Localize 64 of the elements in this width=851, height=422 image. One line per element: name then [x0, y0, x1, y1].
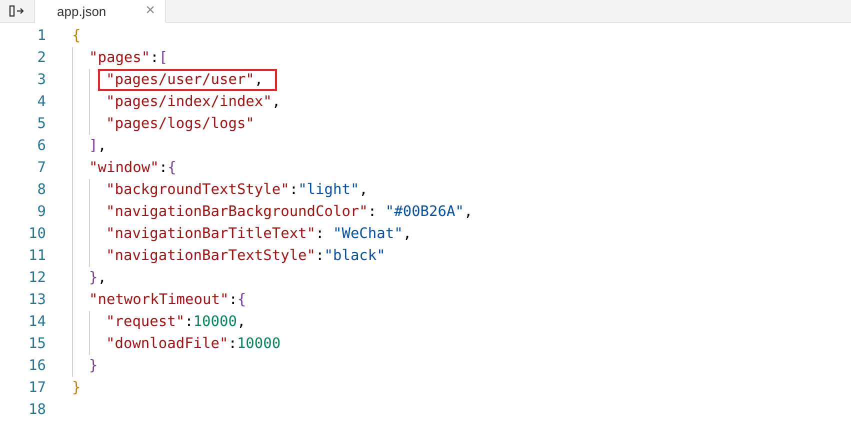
code-token: "window" — [89, 160, 159, 176]
code-token: : — [228, 292, 238, 308]
line-number: 8 — [36, 182, 46, 198]
line-number: 1 — [36, 28, 46, 44]
line-number: 16 — [28, 358, 46, 374]
code-token: "navigationBarBackgroundColor" — [106, 204, 368, 220]
code-token: : — [316, 248, 324, 264]
line-number: 9 — [36, 204, 46, 220]
line-number: 17 — [28, 380, 46, 396]
code-token: "navigationBarTitleText" — [106, 226, 316, 242]
line-number: 18 — [28, 402, 46, 418]
code-token: : — [158, 160, 168, 176]
code-token: : — [150, 50, 159, 66]
line-number: 11 — [28, 248, 46, 264]
code-token: "networkTimeout" — [89, 292, 229, 308]
code-token: "navigationBarTextStyle" — [106, 248, 316, 264]
sidebar-toggle-icon[interactable] — [9, 5, 25, 17]
code-token: [ — [158, 50, 168, 66]
code-token: "pages/index/index" — [106, 94, 272, 110]
code-token: "pages/user/user" — [106, 72, 254, 88]
code-token: : — [368, 204, 378, 220]
code-token: "pages/logs/logs" — [106, 116, 254, 132]
code-token: 10000 — [236, 336, 281, 352]
code-token: : — [184, 314, 194, 330]
code-token: { — [168, 160, 176, 176]
code-token: "light" — [298, 182, 360, 198]
code-token: "backgroundTextStyle" — [106, 182, 290, 198]
code-token: { — [72, 28, 81, 44]
code-token: : — [289, 182, 298, 198]
code-token: "#00B26A" — [385, 204, 464, 220]
code-token: 10000 — [193, 314, 237, 330]
line-number: 12 — [28, 270, 46, 286]
line-number: 15 — [28, 336, 46, 352]
line-number: 10 — [28, 226, 46, 242]
line-number: 4 — [36, 94, 46, 110]
code-token: , — [254, 72, 264, 88]
code-token: "downloadFile" — [106, 336, 228, 352]
line-number: 3 — [36, 72, 46, 88]
code-token: , — [464, 204, 473, 220]
code-token: "black" — [324, 248, 386, 264]
close-icon[interactable]: × — [146, 3, 155, 19]
code-token: } — [89, 270, 98, 286]
code-token: "WeChat" — [332, 226, 403, 242]
code-token: "pages" — [89, 50, 150, 66]
code-token: , — [272, 94, 281, 110]
line-number: 5 — [36, 116, 46, 132]
line-number: 14 — [28, 314, 46, 330]
code-token: } — [89, 358, 98, 374]
code-token: : — [316, 226, 326, 242]
code-token: , — [98, 270, 106, 286]
line-number: 13 — [28, 292, 46, 308]
code-token: } — [72, 380, 81, 396]
code-token: , — [98, 138, 106, 154]
code-token: , — [402, 226, 412, 242]
code-token: "request" — [106, 314, 185, 330]
line-number: 7 — [36, 160, 46, 176]
line-number: 2 — [36, 50, 46, 66]
code-token: ] — [89, 138, 98, 154]
code-token: { — [237, 292, 246, 308]
code-token: , — [236, 314, 246, 330]
code-token: , — [359, 182, 368, 198]
code-token: : — [228, 336, 237, 352]
line-number: 6 — [36, 138, 46, 154]
editor-tab[interactable]: app.json × — [35, 0, 166, 23]
